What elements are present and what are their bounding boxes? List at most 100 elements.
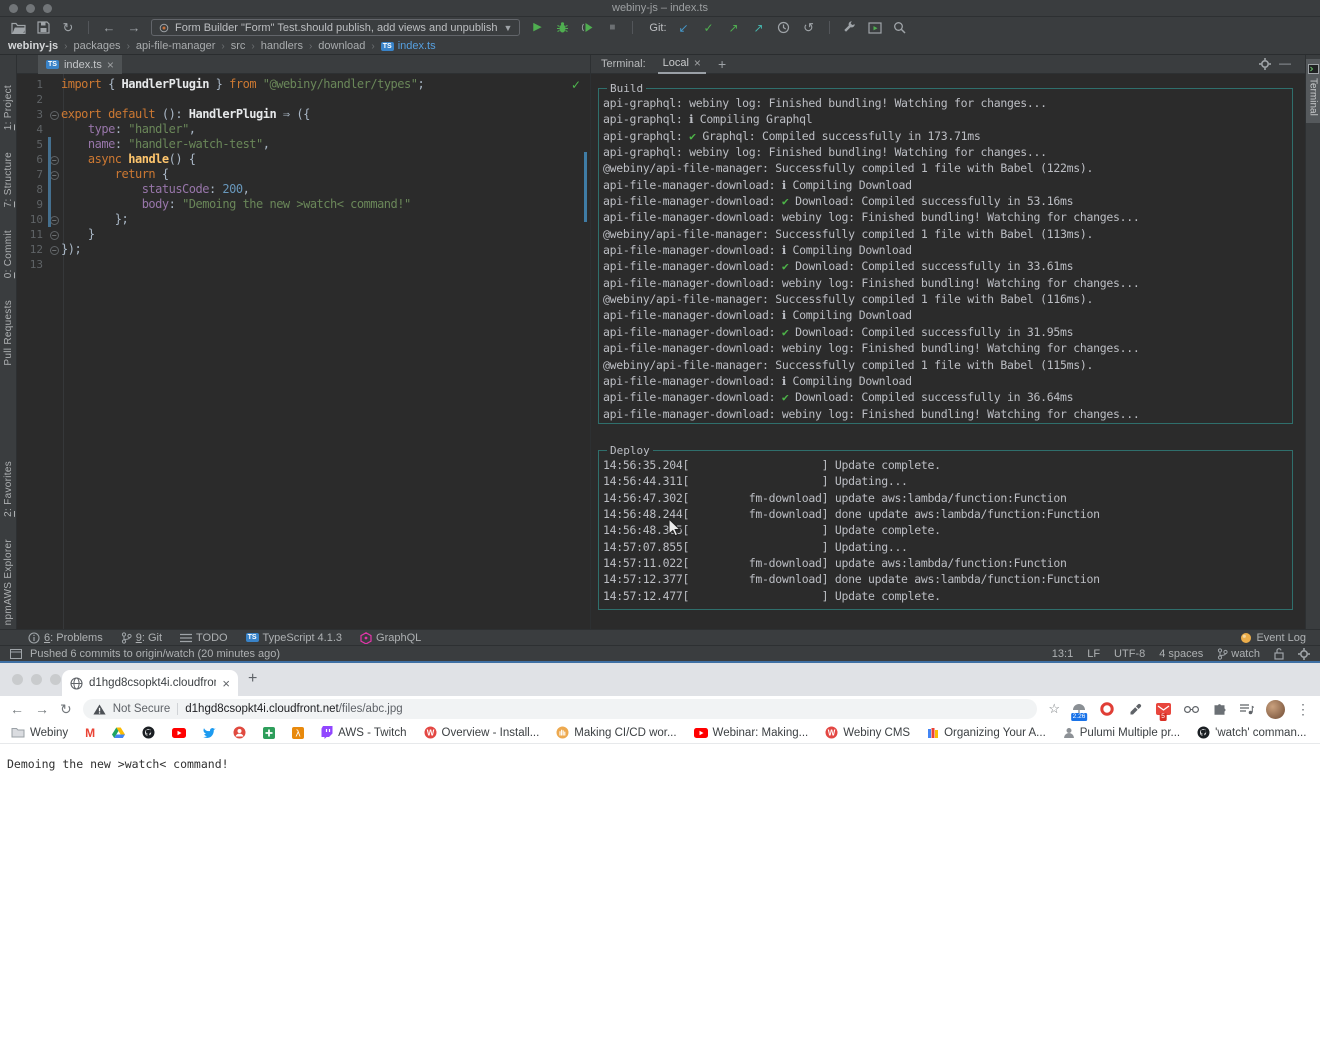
address-bar[interactable]: Not Secure d1hgd8csopkt4i.cloudfront.net… [83,699,1038,719]
breadcrumb-item[interactable]: TSindex.ts [381,40,436,52]
profile-avatar[interactable] [1266,700,1285,719]
new-terminal-session-button[interactable]: + [718,56,726,72]
breadcrumb-item[interactable]: packages [73,40,120,52]
forward-button[interactable]: → [35,701,49,717]
puzzle-extension-icon[interactable] [1211,701,1227,717]
bookmark-item[interactable]: Organizing Your A... [927,727,1046,739]
tool-window-button-terminal[interactable]: Terminal [1306,59,1320,123]
close-tab-icon[interactable]: × [107,58,114,72]
bookmark-item[interactable]: Pulumi Multiple pr... [1063,727,1180,739]
bookmark-item[interactable] [263,727,275,739]
new-tab-button[interactable]: + [248,670,257,688]
breadcrumb-item[interactable]: src [231,40,246,52]
playlist-extension-icon[interactable] [1239,701,1255,717]
bookmark-item[interactable]: AWS - Twitch [321,726,406,739]
fold-marker[interactable]: − [47,227,61,242]
code-text: statusCode: 200, [61,182,590,197]
bookmark-item[interactable]: 'watch' comman... [1197,726,1306,739]
git-fetch-icon[interactable]: ↗ [751,20,767,36]
event-log-button[interactable]: Event Log [1240,632,1306,644]
status-widget-typescript-4-1-3[interactable]: TSTypeScript 4.1.3 [246,632,342,644]
git-branch-widget[interactable]: watch [1217,648,1260,660]
rollback-icon[interactable]: ↺ [801,20,817,36]
tool-window-button-favorites[interactable]: 2: Favorites [3,461,14,517]
search-icon[interactable] [892,20,908,36]
history-icon[interactable] [776,20,792,36]
git-commit-icon[interactable]: ✓ [701,20,717,36]
bookmark-item[interactable] [203,727,216,738]
indent-widget[interactable]: 4 spaces [1159,648,1203,660]
toolbar-separator [632,21,633,34]
tool-window-button-commit[interactable]: 0: Commit [3,230,14,278]
bookmark-item[interactable]: Webinar: Making... [694,727,809,739]
reload-button[interactable]: ↻ [60,701,72,718]
status-widget-9-git[interactable]: 9: Git [121,632,162,644]
terminal-settings-icon[interactable] [1259,58,1271,70]
git-push-icon[interactable]: ↗ [726,20,742,36]
bookmark-item[interactable]: λ [292,727,304,739]
bookmark-item[interactable]: WWebiny CMS [825,726,910,739]
tool-window-button-project[interactable]: 1: Project [3,85,14,130]
fold-marker[interactable]: − [47,107,61,122]
line-ending-widget[interactable]: LF [1087,648,1100,660]
sync-icon[interactable]: ↻ [60,20,76,36]
tool-window-button-pull-requests[interactable]: Pull Requests [3,300,14,366]
run-config-select[interactable]: Form Builder "Form" Test.should publish,… [151,19,520,36]
editor-tab-index-ts[interactable]: TS index.ts × [38,55,122,74]
preview-icon[interactable] [867,20,883,36]
code-editor[interactable]: 1import { HandlerPlugin } from "@webiny/… [17,74,590,629]
forward-icon[interactable]: → [126,20,142,36]
bookmark-item[interactable] [233,726,246,739]
breadcrumb-item[interactable]: webiny-js [8,40,58,52]
menu-kebab-icon[interactable]: ⋮ [1296,701,1310,718]
encoding-widget[interactable]: UTF-8 [1114,648,1145,660]
bookmark-item[interactable]: M [85,727,95,739]
minimize-window-button[interactable] [31,674,42,685]
terminal-tab-local[interactable]: Local × [658,55,706,74]
mail-extension-icon[interactable]: 5 [1155,701,1171,717]
status-widget-todo[interactable]: TODO [180,632,228,644]
eyedropper-extension-icon[interactable] [1127,701,1143,717]
bookmark-item[interactable]: Making CI/CD wor... [556,726,676,739]
lock-icon[interactable] [1274,648,1284,660]
open-icon[interactable] [10,20,26,36]
bookmark-star-icon[interactable]: ☆ [1048,701,1060,717]
breadcrumb-item[interactable]: api-file-manager [136,40,215,52]
debug-icon[interactable] [554,20,570,36]
zoom-window-button[interactable] [50,674,61,685]
bookmark-item[interactable] [142,726,155,739]
bookmark-item[interactable] [112,727,125,738]
caret-position-widget[interactable]: 13:1 [1052,648,1073,660]
wrench-icon[interactable] [842,20,858,36]
tool-window-button-structure[interactable]: 7: Structure [3,152,14,207]
save-icon[interactable] [35,20,51,36]
tool-window-toggle-icon[interactable] [10,649,22,659]
breadcrumb-item[interactable]: download [318,40,365,52]
hide-terminal-icon[interactable]: — [1279,56,1291,70]
red-ring-extension-icon[interactable] [1099,701,1115,717]
back-icon[interactable]: ← [101,20,117,36]
not-secure-warning-icon[interactable] [93,704,106,715]
fold-marker[interactable]: − [47,242,61,257]
umbrella-extension-icon[interactable]: 2.26 [1071,701,1087,717]
stop-icon[interactable]: ■ [604,20,620,36]
browser-tab[interactable]: d1hgd8csopkt4i.cloudfront.ne × [62,670,238,696]
highlighting-level-icon[interactable] [1298,648,1310,660]
close-tab-icon[interactable]: × [222,676,230,691]
status-widget-graphql[interactable]: GraphQL [360,632,421,644]
bookmark-item[interactable]: Webiny [11,727,68,739]
breadcrumb-item[interactable]: handlers [261,40,303,52]
bookmark-item[interactable]: WOverview - Install... [424,726,540,739]
close-terminal-tab-icon[interactable]: × [694,56,701,70]
status-widget-6-problems[interactable]: 6: Problems [28,632,103,644]
bookmark-item[interactable] [172,728,186,738]
git-update-icon[interactable]: ↙ [676,20,692,36]
close-window-button[interactable] [12,674,23,685]
back-button[interactable]: ← [10,701,24,717]
glasses-extension-icon[interactable] [1183,701,1199,717]
coverage-icon[interactable] [579,20,595,36]
webiny-icon: W [825,726,838,739]
tool-window-button-npm[interactable]: npm [3,605,14,625]
tool-window-button-aws-explorer[interactable]: AWS Explorer [3,539,14,605]
run-icon[interactable]: ▶ [529,20,545,36]
